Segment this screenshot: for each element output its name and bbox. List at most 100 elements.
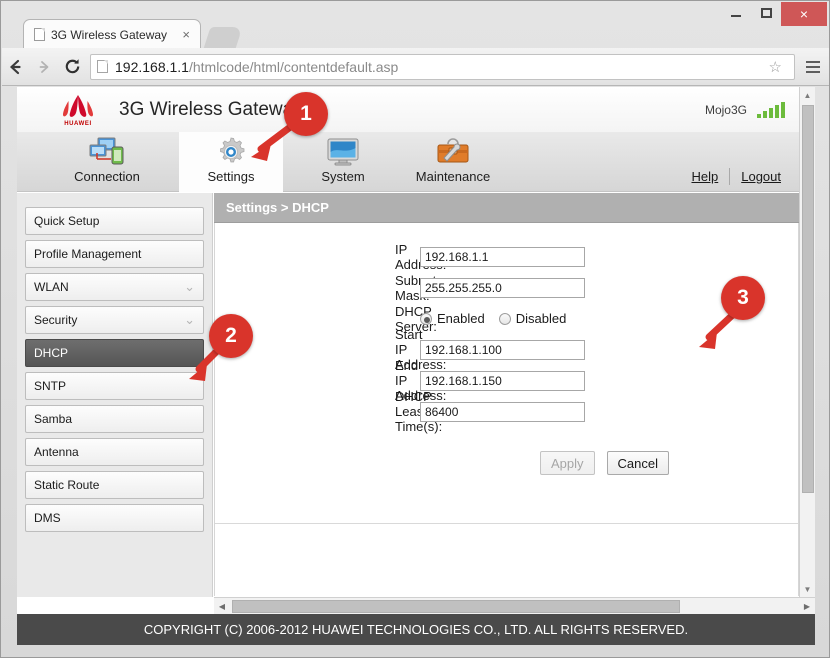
end-ip-input[interactable]: 192.168.1.150 [420, 370, 585, 391]
breadcrumb: Settings > DHCP [214, 193, 799, 223]
content-panel: Settings > DHCP IP Address: 192.168.1.1 … [214, 193, 799, 597]
bookmark-star-icon[interactable]: ☆ [763, 58, 788, 76]
nav-tab-label: Maintenance [415, 169, 491, 184]
annotation-marker-2: 2 [209, 314, 253, 358]
dhcp-form: IP Address: 192.168.1.1 Subnet Mask: 255… [214, 223, 799, 596]
page-title: 3G Wireless Gateway [119, 98, 303, 120]
lease-time-label: DHCP Lease Time(s): [395, 389, 443, 434]
sidebar-item-wlan[interactable]: WLAN ⌄ [25, 273, 204, 301]
logout-link[interactable]: Logout [741, 169, 781, 184]
address-path: /htmlcode/html/contentdefault.asp [188, 58, 399, 75]
subnet-mask-label: Subnet Mask: [395, 272, 437, 303]
cancel-button[interactable]: Cancel [606, 451, 669, 475]
sidebar-item-dms[interactable]: DMS [25, 504, 204, 532]
page-viewport: HUAWEI 3G Wireless Gateway Mojo3G Connec… [17, 87, 815, 645]
page-footer: COPYRIGHT (C) 2006-2012 HUAWEI TECHNOLOG… [17, 614, 815, 645]
radio-disabled-label: Disabled [515, 311, 567, 326]
apply-button[interactable]: Apply [540, 451, 595, 475]
form-row-subnet-mask: Subnet Mask: 255.255.255.0 [215, 272, 798, 303]
sidebar-item-label: Samba [34, 412, 73, 426]
brand-status-area: Mojo3G [704, 101, 799, 118]
annotation-marker-3: 3 [721, 276, 765, 320]
toolbox-wrench-icon [436, 136, 470, 168]
sidebar-item-label: Profile Management [34, 247, 142, 261]
sidebar-item-label: Security [34, 313, 78, 327]
page-favicon-icon [34, 28, 45, 41]
start-ip-input[interactable]: 192.168.1.100 [420, 339, 585, 360]
huawei-logo-icon: HUAWEI [55, 93, 101, 127]
help-link[interactable]: Help [691, 169, 718, 184]
scroll-left-icon[interactable]: ◀ [214, 598, 230, 614]
sidebar-item-label: SNTP [34, 379, 67, 393]
screenshot-root: × 3G Wireless Gateway × 192.168.1.1/html… [0, 0, 830, 658]
tab-strip: 3G Wireless Gateway × [1, 19, 829, 49]
browser-menu-icon[interactable] [803, 60, 829, 73]
chevron-down-icon: ⌄ [184, 279, 195, 294]
sidebar-item-quick-setup[interactable]: Quick Setup [25, 207, 204, 235]
form-buttons: Apply Cancel [215, 451, 798, 475]
sidebar-item-label: DMS [34, 511, 61, 525]
huawei-wordmark: HUAWEI [64, 120, 92, 127]
nav-tab-label: Connection [74, 169, 140, 184]
nav-tab-system[interactable]: System [291, 132, 395, 192]
vertical-scrollbar-thumb[interactable] [802, 105, 814, 493]
sidebar-item-label: Quick Setup [34, 214, 100, 228]
form-row-ip-address: IP Address: 192.168.1.1 [215, 241, 798, 272]
browser-toolbar: 192.168.1.1/htmlcode/html/contentdefault… [2, 48, 829, 86]
header-links: Help Logout [691, 168, 781, 185]
sidebar-item-label: Antenna [34, 445, 79, 459]
sidebar-item-label: DHCP [34, 346, 69, 360]
reload-button[interactable] [58, 53, 86, 81]
chevron-down-icon: ⌄ [184, 312, 195, 327]
address-host: 192.168.1.1 [115, 58, 189, 75]
back-button[interactable] [2, 53, 30, 81]
sidebar-item-antenna[interactable]: Antenna [25, 438, 204, 466]
sidebar-item-static-route[interactable]: Static Route [25, 471, 204, 499]
sidebar-item-profile-management[interactable]: Profile Management [25, 240, 204, 268]
browser-window: × 3G Wireless Gateway × 192.168.1.1/html… [0, 0, 830, 658]
new-tab-button[interactable] [203, 27, 243, 49]
gear-icon [215, 136, 247, 168]
nav-tab-label: Settings [207, 169, 255, 184]
forward-button[interactable] [30, 53, 58, 81]
ip-address-input[interactable]: 192.168.1.1 [420, 246, 585, 267]
radio-disabled-icon[interactable] [498, 312, 511, 325]
scroll-down-icon[interactable]: ▼ [800, 581, 815, 597]
nav-tab-settings[interactable]: Settings [179, 132, 283, 192]
sidebar-item-samba[interactable]: Samba [25, 405, 204, 433]
signal-strength-icon [757, 101, 785, 118]
scroll-up-icon[interactable]: ▲ [800, 87, 815, 103]
lease-time-input[interactable]: 86400 [420, 401, 585, 422]
form-row-lease-time: DHCP Lease Time(s): 86400 [215, 389, 798, 434]
nav-tab-connection[interactable]: Connection [55, 132, 159, 192]
brand-header: HUAWEI 3G Wireless Gateway Mojo3G [17, 87, 799, 132]
ip-address-label: IP Address: [395, 241, 446, 272]
sidebar-menu: Quick Setup Profile Management WLAN ⌄ Se… [17, 193, 213, 597]
annotation-marker-1: 1 [284, 92, 328, 136]
vertical-scrollbar[interactable]: ▲ ▼ [799, 87, 815, 597]
radio-enabled-icon[interactable] [420, 312, 432, 325]
page-body: Quick Setup Profile Management WLAN ⌄ Se… [17, 193, 799, 597]
radio-disabled[interactable]: Disabled [498, 311, 567, 326]
horizontal-scrollbar[interactable]: ◀ ▶ [214, 597, 815, 614]
horizontal-scrollbar-thumb[interactable] [232, 600, 680, 613]
tab-close-icon[interactable]: × [178, 27, 194, 42]
panel-divider [215, 523, 798, 524]
radio-enabled-label: Enabled [437, 311, 485, 326]
sidebar-item-label: Static Route [34, 478, 100, 492]
sidebar-item-label: WLAN [34, 280, 69, 294]
dhcp-server-radio-group: Enabled Disabled [420, 311, 566, 326]
operator-name: Mojo3G [704, 102, 747, 117]
radio-enabled[interactable]: Enabled [420, 311, 485, 326]
sidebar-item-sntp[interactable]: SNTP [25, 372, 204, 400]
address-page-icon [97, 60, 108, 73]
scroll-right-icon[interactable]: ▶ [799, 598, 815, 614]
network-computers-icon [89, 136, 125, 168]
browser-tab-title: 3G Wireless Gateway [51, 27, 168, 42]
subnet-mask-input[interactable]: 255.255.255.0 [420, 277, 585, 298]
nav-tab-maintenance[interactable]: Maintenance [401, 132, 505, 192]
browser-tab[interactable]: 3G Wireless Gateway × [23, 19, 201, 49]
sidebar-item-security[interactable]: Security ⌄ [25, 306, 204, 334]
sidebar-item-dhcp[interactable]: DHCP [25, 339, 204, 367]
address-bar[interactable]: 192.168.1.1/htmlcode/html/contentdefault… [90, 53, 795, 80]
